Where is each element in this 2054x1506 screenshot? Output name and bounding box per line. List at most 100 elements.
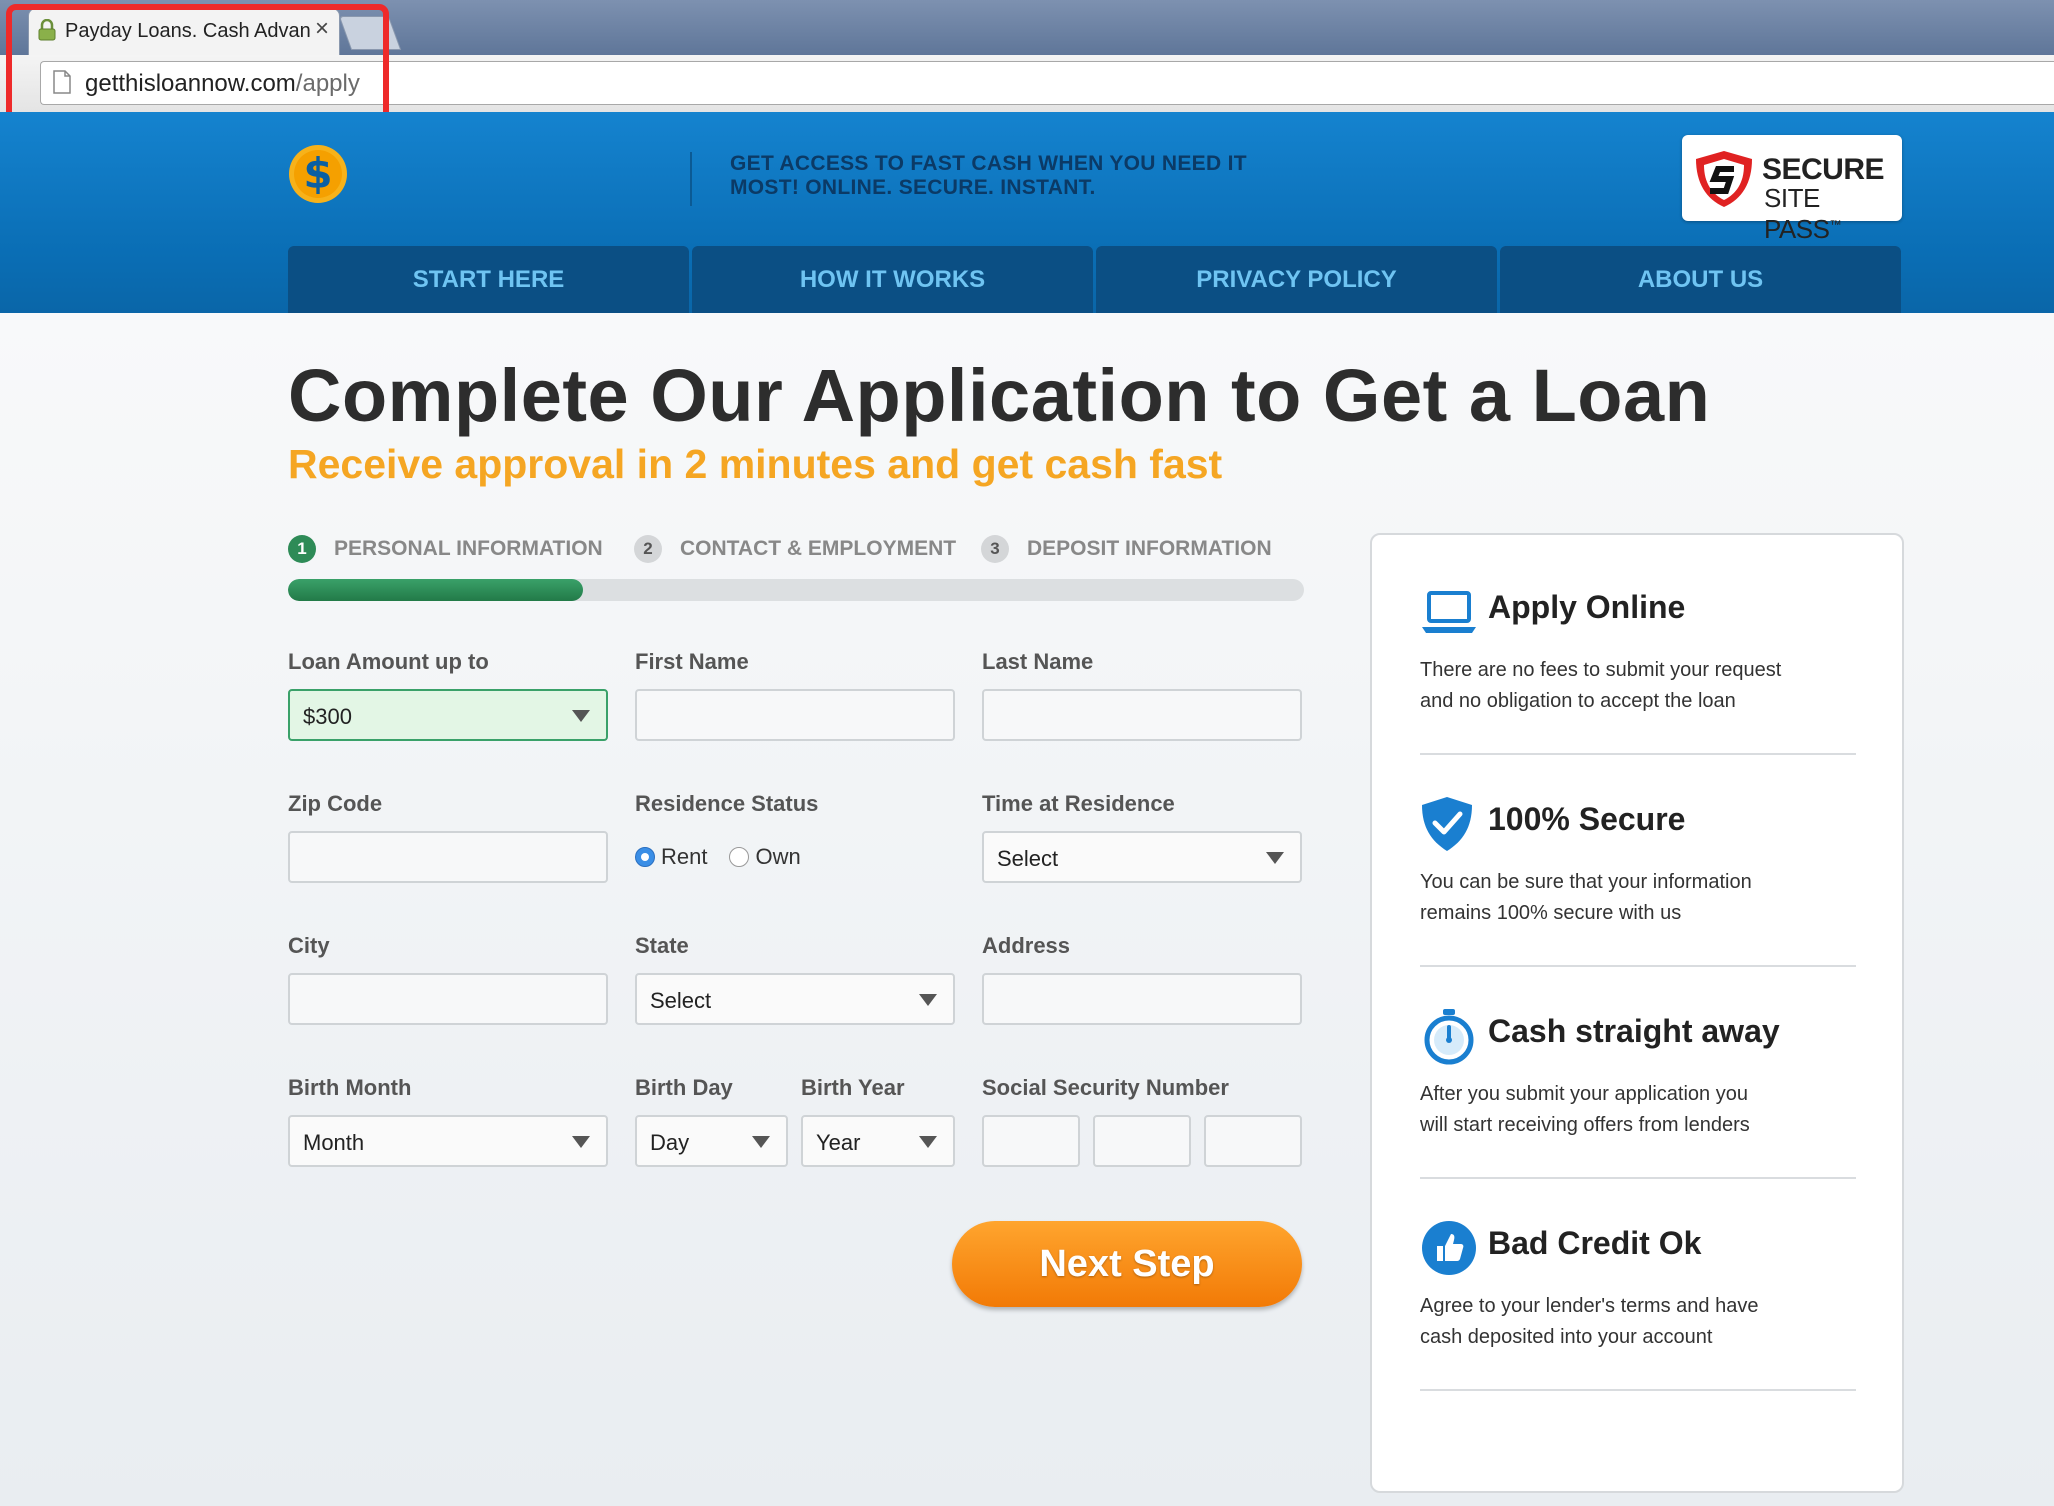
header-tagline: GET ACCESS TO FAST CASH WHEN YOU NEED IT… <box>730 152 1247 200</box>
radio-label: Own <box>755 844 801 869</box>
nav-privacy-policy[interactable]: PRIVACY POLICY <box>1096 246 1497 313</box>
time-at-residence-label: Time at Residence <box>982 791 1175 816</box>
svg-text:$: $ <box>303 149 332 198</box>
divider <box>1420 1177 1856 1179</box>
step-contact-employment: 2 CONTACT & EMPLOYMENT <box>634 535 956 563</box>
select-value: Select <box>650 988 712 1013</box>
state-label: State <box>635 933 689 958</box>
loan-amount-label: Loan Amount up to <box>288 649 489 674</box>
chevron-down-icon <box>572 1136 590 1148</box>
ssn-part-3-input[interactable] <box>1204 1115 1302 1167</box>
birth-day-select[interactable]: Day <box>635 1115 788 1167</box>
feature-description: There are no fees to submit your request… <box>1420 655 1840 717</box>
progress-bar-fill <box>288 579 583 601</box>
step-label: PERSONAL INFORMATION <box>334 537 603 560</box>
new-tab-button[interactable] <box>338 16 402 50</box>
progress-bar <box>288 579 1304 601</box>
radio-selected-icon <box>635 847 655 867</box>
next-step-button[interactable]: Next Step <box>952 1221 1302 1307</box>
benefits-sidebar: Apply Online There are no fees to submit… <box>1370 533 1904 1493</box>
ssn-part-1-input[interactable] <box>982 1115 1080 1167</box>
badge-line-2: SITE PASS™ <box>1764 183 1902 245</box>
address-input[interactable] <box>982 973 1302 1025</box>
residence-own-radio[interactable]: Own <box>729 844 801 870</box>
shield-check-icon <box>1422 797 1472 851</box>
header-divider <box>690 152 692 206</box>
loan-amount-select[interactable]: $300 <box>288 689 608 741</box>
tagline-line-1: GET ACCESS TO FAST CASH WHEN YOU NEED IT <box>730 152 1247 175</box>
badge-line-2-text: SITE PASS <box>1764 183 1830 244</box>
time-at-residence-select[interactable]: Select <box>982 831 1302 883</box>
feature-title: Bad Credit Ok <box>1488 1225 1702 1261</box>
feature-description: You can be sure that your information re… <box>1420 867 1840 929</box>
radio-label: Rent <box>661 844 708 869</box>
nav-about-us[interactable]: ABOUT US <box>1500 246 1901 313</box>
birth-month-select[interactable]: Month <box>288 1115 608 1167</box>
birth-year-select[interactable]: Year <box>801 1115 955 1167</box>
feature-desc-line: You can be sure that your information <box>1420 871 1752 893</box>
radio-empty-icon <box>729 847 750 867</box>
select-value: Month <box>303 1130 365 1155</box>
main-content: Complete Our Application to Get a Loan R… <box>0 313 2054 1506</box>
select-value: Year <box>816 1130 861 1155</box>
tab-close-icon[interactable]: × <box>315 15 329 43</box>
city-label: City <box>288 933 330 958</box>
dollar-coin-icon[interactable]: $ <box>288 144 348 204</box>
ssn-part-2-input[interactable] <box>1093 1115 1191 1167</box>
loan-amount-value: $300 <box>303 704 352 729</box>
birth-year-label: Birth Year <box>801 1075 905 1100</box>
thumbs-up-icon <box>1422 1221 1476 1275</box>
tagline-line-2: MOST! ONLINE. SECURE. INSTANT. <box>730 176 1096 199</box>
laptop-icon <box>1422 591 1476 633</box>
feature-desc-line: remains 100% secure with us <box>1420 902 1682 924</box>
secure-site-badge[interactable]: SECURE SITE PASS™ <box>1682 135 1902 244</box>
residence-status-radios: Rent Own <box>635 844 823 870</box>
step-label: DEPOSIT INFORMATION <box>1027 537 1272 560</box>
last-name-label: Last Name <box>982 649 1094 674</box>
feature-desc-line: and no obligation to accept the loan <box>1420 690 1736 712</box>
tab-title: Payday Loans. Cash Advan <box>65 20 311 42</box>
site-header: $ GET ACCESS TO FAST CASH WHEN YOU NEED … <box>0 112 2054 313</box>
feature-title: Cash straight away <box>1488 1013 1780 1049</box>
chevron-down-icon <box>572 710 590 722</box>
residence-status-label: Residence Status <box>635 791 819 816</box>
divider <box>1420 1389 1856 1391</box>
browser-tab-strip: Payday Loans. Cash Advan × <box>0 0 2054 55</box>
badge-trademark: ™ <box>1829 217 1841 232</box>
divider <box>1420 965 1856 967</box>
city-input[interactable] <box>288 973 608 1025</box>
first-name-input[interactable] <box>635 689 955 741</box>
main-nav: START HERE HOW IT WORKS PRIVACY POLICY A… <box>288 246 1902 313</box>
address-bar[interactable]: getthisloannow.com/apply <box>40 61 2054 105</box>
step-label: CONTACT & EMPLOYMENT <box>680 537 957 560</box>
birth-month-label: Birth Month <box>288 1075 412 1100</box>
nav-start-here[interactable]: START HERE <box>288 246 689 313</box>
select-value: Select <box>997 846 1059 871</box>
feature-description: Agree to your lender's terms and have ca… <box>1420 1291 1840 1353</box>
last-name-input[interactable] <box>982 689 1302 741</box>
divider <box>1420 753 1856 755</box>
browser-tab[interactable]: Payday Loans. Cash Advan × <box>28 8 340 55</box>
ssn-label: Social Security Number <box>982 1075 1229 1100</box>
badge-line-1: SECURE <box>1762 153 1885 186</box>
select-value: Day <box>650 1130 690 1155</box>
residence-rent-radio[interactable]: Rent <box>635 844 707 870</box>
feature-title: Apply Online <box>1488 589 1686 625</box>
feature-desc-line: will start receiving offers from lenders <box>1420 1114 1750 1136</box>
step-personal-information: 1 PERSONAL INFORMATION <box>288 535 603 563</box>
chevron-down-icon <box>1266 852 1284 864</box>
zip-code-input[interactable] <box>288 831 608 883</box>
lock-icon <box>38 19 56 41</box>
page-title: Complete Our Application to Get a Loan <box>288 354 1711 437</box>
chevron-down-icon <box>919 994 937 1006</box>
state-select[interactable]: Select <box>635 973 955 1025</box>
browser-toolbar: getthisloannow.com/apply <box>0 55 2054 113</box>
feature-desc-line: Agree to your lender's terms and have <box>1420 1295 1759 1317</box>
zip-code-label: Zip Code <box>288 791 383 816</box>
chevron-down-icon <box>919 1136 937 1148</box>
chevron-down-icon <box>752 1136 770 1148</box>
feature-desc-line: cash deposited into your account <box>1420 1326 1713 1348</box>
step-number: 1 <box>288 535 316 563</box>
nav-how-it-works[interactable]: HOW IT WORKS <box>692 246 1093 313</box>
step-deposit-information: 3 DEPOSIT INFORMATION <box>981 535 1272 563</box>
